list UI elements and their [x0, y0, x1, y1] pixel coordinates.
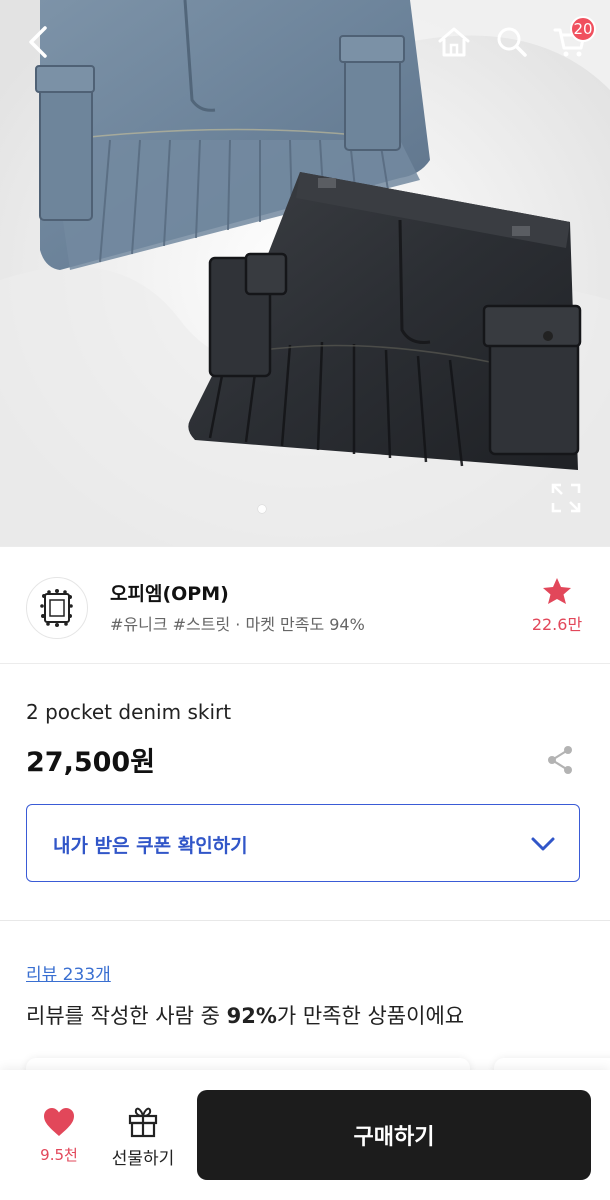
review-summary-prefix: 리뷰를 작성한 사람 중: [26, 1004, 227, 1028]
shop-name[interactable]: 오피엠(OPM): [110, 579, 229, 606]
share-icon: [548, 746, 572, 774]
carousel-dot-active: [258, 505, 266, 513]
expand-icon: [551, 483, 581, 513]
shop-favorite-count: 22.6만: [531, 615, 583, 634]
gift-label: 선물하기: [111, 1149, 175, 1169]
home-button[interactable]: [434, 22, 474, 62]
review-summary: 리뷰를 작성한 사람 중 92%가 만족한 상품이에요: [26, 1000, 464, 1030]
cart-button[interactable]: 20: [550, 16, 596, 62]
shop-tags: #유니크 #스트릿 · 마켓 만족도 94%: [110, 615, 365, 634]
back-button[interactable]: [18, 22, 58, 62]
coupon-dropdown[interactable]: 내가 받은 쿠폰 확인하기: [26, 804, 580, 882]
heart-icon: [44, 1108, 74, 1136]
like-count: 9.5천: [40, 1146, 78, 1164]
search-icon: [497, 27, 527, 57]
review-summary-percent: 92%: [226, 1004, 277, 1028]
gift-icon: [128, 1107, 158, 1138]
section-divider: [0, 920, 610, 921]
chevron-left-icon: [29, 26, 47, 58]
gift-button[interactable]: 선물하기: [104, 1106, 182, 1176]
expand-image-button[interactable]: [550, 482, 582, 514]
star-icon[interactable]: [542, 577, 572, 605]
product-image-carousel[interactable]: 20: [0, 0, 610, 546]
bottom-action-bar: 9.5천 선물하기 구매하기: [0, 1070, 610, 1200]
review-summary-suffix: 가 만족한 상품이에요: [276, 1004, 465, 1028]
chevron-down-icon: [531, 837, 555, 851]
home-icon: [438, 27, 470, 57]
like-button[interactable]: 9.5천: [26, 1106, 92, 1176]
coupon-label: 내가 받은 쿠폰 확인하기: [53, 835, 248, 857]
search-button[interactable]: [492, 22, 532, 62]
shop-info-row[interactable]: 오피엠(OPM) #유니크 #스트릿 · 마켓 만족도 94% 22.6만: [0, 546, 610, 664]
share-button[interactable]: [544, 744, 576, 776]
buy-button[interactable]: 구매하기: [197, 1090, 591, 1180]
product-name: 2 pocket denim skirt: [26, 700, 232, 724]
product-price: 27,500원: [26, 747, 156, 778]
shop-logo-icon: [40, 589, 73, 627]
shop-avatar[interactable]: [26, 577, 88, 639]
product-photo: [0, 0, 610, 546]
cart-count-badge: 20: [570, 16, 596, 42]
carousel-indicator: [258, 505, 266, 513]
review-count-link[interactable]: 리뷰 233개: [26, 960, 111, 985]
